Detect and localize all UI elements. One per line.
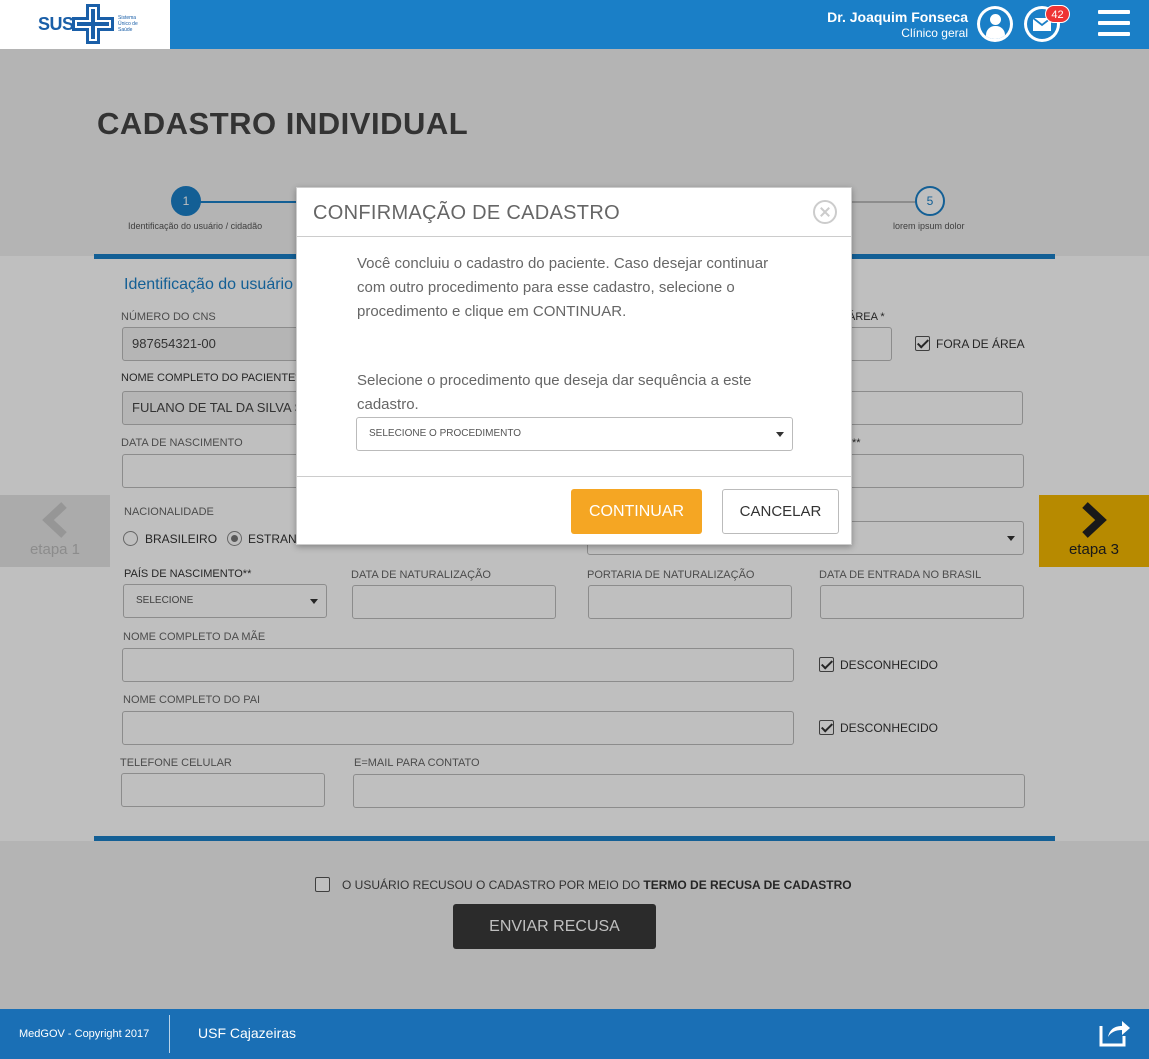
modal-divider xyxy=(297,236,851,237)
modal-divider xyxy=(297,476,851,477)
modal-prompt: Selecione o procedimento que deseja dar … xyxy=(357,372,752,413)
chevron-down-icon xyxy=(776,432,784,437)
messages-badge: 42 xyxy=(1045,5,1070,23)
top-header: SUS Sistema Único de Saúde Dr. Joaquim F… xyxy=(0,0,1149,49)
menu-icon[interactable] xyxy=(1098,10,1130,36)
confirmation-modal: CONFIRMAÇÃO DE CADASTRO Você concluiu o … xyxy=(296,187,852,545)
footer-copyright: MedGOV - Copyright 2017 xyxy=(19,1028,150,1040)
logo-text: SUS xyxy=(38,14,74,34)
modal-title: CONFIRMAÇÃO DE CADASTRO xyxy=(313,202,620,224)
cross-icon xyxy=(72,4,114,44)
sus-logo[interactable]: SUS Sistema Único de Saúde xyxy=(0,0,170,49)
modal-message: Você concluiu o cadastro do paciente. Ca… xyxy=(357,255,769,320)
close-icon[interactable] xyxy=(813,200,837,224)
cancel-button[interactable]: CANCELAR xyxy=(722,489,839,534)
continue-button[interactable]: CONTINUAR xyxy=(571,489,702,534)
logo-subtitle: Sistema Único de Saúde xyxy=(118,15,138,33)
procedure-select[interactable]: SELECIONE O PROCEDIMENTO xyxy=(356,417,793,451)
user-avatar-icon[interactable] xyxy=(977,6,1013,42)
user-role: Clínico geral xyxy=(901,26,968,40)
share-exit-icon[interactable] xyxy=(1098,1016,1132,1048)
footer: MedGOV - Copyright 2017 USF Cajazeiras xyxy=(0,1009,1149,1059)
footer-unit: USF Cajazeiras xyxy=(198,1025,297,1041)
user-name: Dr. Joaquim Fonseca xyxy=(827,9,968,25)
footer-divider xyxy=(169,1015,170,1053)
